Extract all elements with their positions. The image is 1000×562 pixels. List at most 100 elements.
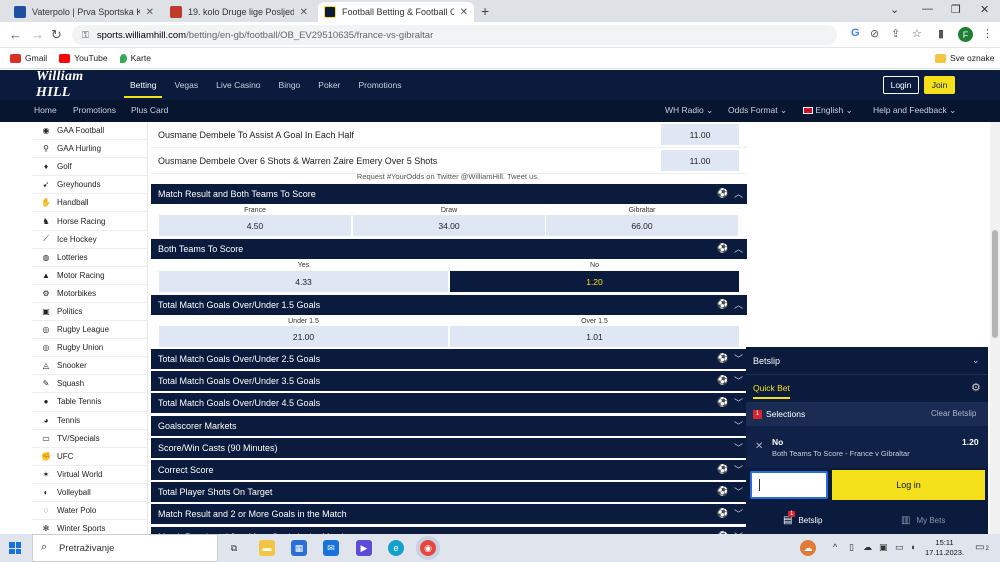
bookmark-star-icon[interactable]: ☆ [912,27,922,40]
file-explorer-icon[interactable]: ▬ [259,540,275,556]
sidebar-item[interactable]: ◍ Lotteries [32,249,147,267]
chevron-down-icon[interactable]: ﹀ [734,419,743,432]
minimize-icon[interactable]: — [922,3,933,15]
sidebar-item[interactable]: ♦ Golf [32,158,147,177]
edge-icon[interactable]: e [388,540,404,556]
market-header-collapsed[interactable]: Match Result and 2 or More Goals in the … [151,527,747,534]
browser-tab-3[interactable]: Football Betting & Football Odds ✕ [318,2,474,22]
sidebar-item[interactable]: ◎ Rugby Union [32,339,147,358]
sidebar-item[interactable]: ⟋ Ice Hockey [32,231,147,249]
close-window-icon[interactable]: ✕ [980,3,989,16]
sidebar-item[interactable]: ✶ Virtual World [32,466,147,484]
market-header-collapsed[interactable]: Total Match Goals Over/Under 4.5 Goals ⚽ ﹀ [151,393,747,413]
stats-icon[interactable]: ⚽ [717,397,728,408]
forward-icon[interactable]: → [31,27,44,42]
odds-button[interactable]: 4.33 [159,271,448,292]
sidebar-item[interactable]: ✋ Handball [32,194,147,213]
william-hill-logo[interactable]: William HILL [36,69,112,101]
stats-icon[interactable]: ⚽ [717,508,728,519]
odds-button[interactable]: 4.50 [159,215,351,236]
nav-poker[interactable]: Poker [312,80,346,90]
chevron-up-icon[interactable]: ︿ [734,242,743,255]
stats-icon[interactable]: ⚽ [717,375,728,386]
sidebar-item[interactable]: ◌ Water Polo [32,502,147,521]
my-bets-tab[interactable]: ▥ My Bets [901,515,945,526]
market-header-collapsed[interactable]: Match Result and 2 or More Goals in the … [151,504,747,524]
profile-avatar[interactable]: F [958,27,973,42]
betslip-login-button[interactable]: Log in [832,470,985,500]
sidebar-item[interactable]: ◐ Volleyball [32,484,147,502]
sidebar-item[interactable]: ▣ Politics [32,303,147,322]
taskbar-search[interactable]: ⌕ Pretraživanje [32,534,218,562]
clear-betslip-link[interactable]: Clear Betslip [931,409,976,418]
stats-icon[interactable]: ⚽ [717,243,728,254]
market-header-collapsed[interactable]: Total Match Goals Over/Under 3.5 Goals ⚽ ﹀ [151,371,747,391]
chevron-down-icon[interactable]: ﹀ [734,485,743,498]
gear-icon[interactable]: ⚙ [971,381,981,394]
sidebar-item[interactable]: ⚙ Motorbikes [32,285,147,303]
site-info-icon[interactable]: ⚿ [82,30,89,41]
subnav-plus-card[interactable]: Plus Card [131,105,168,115]
join-button[interactable]: Join [924,76,955,94]
stats-icon[interactable]: ⚽ [717,486,728,497]
taskbar-clock[interactable]: 15:11 17.11.2023. [925,538,964,558]
media-icon[interactable]: ▶ [356,540,372,556]
browser-tab-1[interactable]: Vaterpolo | Prva Sportska Kladio ✕ [8,2,160,22]
sidebar-item[interactable]: ▭ TV/Specials [32,430,147,448]
language-menu[interactable]: English ⌄ [803,105,853,116]
odds-button[interactable]: 11.00 [661,150,739,171]
new-tab-icon[interactable]: + [481,3,489,19]
subnav-promotions[interactable]: Promotions [73,105,116,115]
sidebar-item[interactable]: ▲ Motor Racing [32,267,147,285]
stats-icon[interactable]: ⚽ [717,188,728,199]
sidebar-item[interactable]: ◬ Snooker [32,357,147,376]
sidebar-item[interactable]: ✎ Squash [32,375,147,394]
odds-button[interactable]: 66.00 [546,215,738,236]
eye-off-icon[interactable]: ⊘ [870,27,879,40]
market-header-ou-1-5[interactable]: Total Match Goals Over/Under 1.5 Goals ⚽… [151,295,747,315]
quick-bet-tab[interactable]: Quick Bet [753,383,790,399]
sidebar-item[interactable]: ◎ Rugby League [32,321,147,340]
sidebar-item[interactable]: ✊ UFC [32,448,147,466]
sidebar-item[interactable]: ✻ Winter Sports [32,520,147,534]
remove-selection-icon[interactable]: ✕ [755,441,763,452]
wh-radio-menu[interactable]: WH Radio ⌄ [665,105,713,116]
odds-button[interactable]: 21.00 [159,326,448,347]
chevron-down-icon[interactable]: ﹀ [734,507,743,520]
volume-icon[interactable]: ◖ [910,542,915,552]
request-odds-note[interactable]: Request #YourOdds on Twitter @WilliamHil… [148,172,748,181]
back-icon[interactable]: ← [9,27,22,42]
chevron-down-icon[interactable]: ⌄ [972,355,980,366]
close-icon[interactable]: ✕ [146,7,154,18]
tray-chevron-up-icon[interactable]: ^ [833,542,837,552]
chevron-up-icon[interactable]: ︿ [734,187,743,200]
nav-live-casino[interactable]: Live Casino [210,80,266,90]
close-icon[interactable]: ✕ [460,7,468,18]
url-bar[interactable]: ⚿ sports.williamhill.com/betting/en-gb/f… [72,25,837,45]
onedrive-icon[interactable]: ☁ [863,542,872,553]
chevron-up-icon[interactable]: ︿ [734,298,743,311]
page-scrollbar[interactable] [990,122,1000,534]
sidebar-item[interactable]: ♞ Horse Racing [32,212,147,231]
bookmark-karte[interactable]: Karte [119,53,151,63]
market-header-match-result-btts[interactable]: Match Result and Both Teams To Score ⚽ ︿ [151,184,747,204]
market-header-collapsed[interactable]: Correct Score ⚽ ﹀ [151,460,747,480]
market-header-collapsed[interactable]: Total Player Shots On Target ⚽ ﹀ [151,482,747,502]
menu-kebab-icon[interactable]: ⋮ [982,27,993,40]
mail-icon[interactable]: ✉ [323,540,339,556]
bookmark-youtube[interactable]: YouTube [59,53,108,63]
google-lens-icon[interactable]: G [851,27,860,39]
sidebar-item[interactable]: ◉ GAA Football [32,122,147,141]
help-feedback-menu[interactable]: Help and Feedback ⌄ [873,105,956,116]
odds-button[interactable]: 1.01 [450,326,739,347]
restore-icon[interactable]: ❐ [951,3,961,16]
odds-button[interactable]: 34.00 [353,215,545,236]
chevron-down-icon[interactable]: ﹀ [734,396,743,409]
bookmark-all[interactable]: Sve oznake [935,53,994,63]
sidebar-item[interactable]: ● Table Tennis [32,393,147,412]
bookmark-gmail[interactable]: Gmail [10,53,47,63]
market-header-collapsed[interactable]: Score/Win Casts (90 Minutes) ﹀ [151,438,747,458]
browser-tab-2[interactable]: 19. kolo Druge lige Posljednje Ša ✕ [164,2,314,22]
chevron-down-icon[interactable]: ﹀ [734,463,743,476]
chevron-down-icon[interactable]: ﹀ [734,374,743,387]
